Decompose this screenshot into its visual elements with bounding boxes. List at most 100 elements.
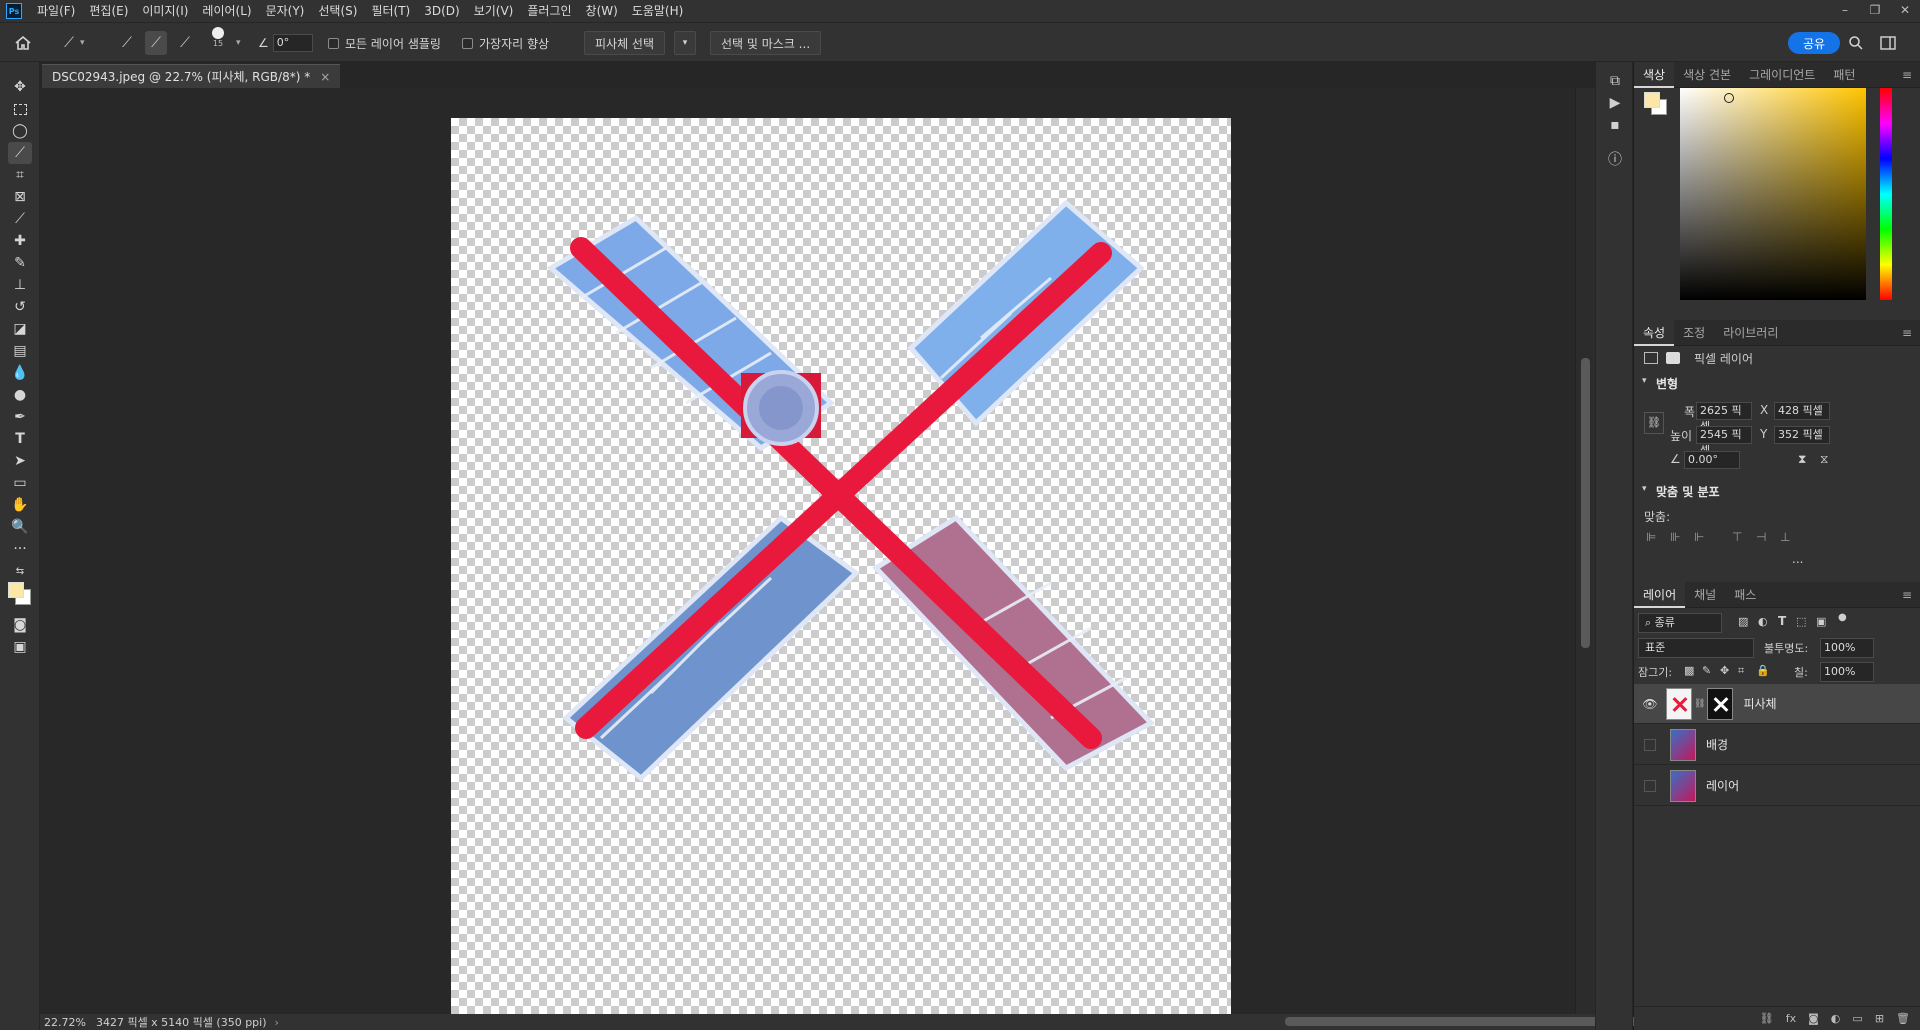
menu-image[interactable]: 이미지(I) [135, 0, 195, 22]
tab-adjustments[interactable]: 조정 [1674, 320, 1714, 346]
align-bottom-icon[interactable]: ⊥ [1780, 530, 1794, 544]
menu-filter[interactable]: 필터(T) [364, 0, 417, 22]
menu-plugins[interactable]: 플러그인 [520, 0, 578, 22]
fx-icon[interactable]: fx [1786, 1012, 1796, 1025]
visibility-toggle[interactable] [1644, 738, 1656, 751]
clone-stamp-tool-icon[interactable]: ⊥ [8, 274, 32, 296]
align-distribute-title[interactable]: 맞춤 및 분포 [1656, 483, 1720, 500]
tab-paths[interactable]: 패스 [1725, 582, 1765, 608]
layer-row-background[interactable]: 배경 [1634, 725, 1920, 765]
type-tool-icon[interactable]: T [8, 428, 32, 450]
tab-libraries[interactable]: 라이브러리 [1714, 320, 1787, 346]
vertical-scroll-thumb[interactable] [1581, 358, 1590, 648]
zoom-tool-icon[interactable]: 🔍 [8, 516, 32, 538]
align-hcenter-icon[interactable]: ⊪ [1670, 530, 1684, 544]
menu-3d[interactable]: 3D(D) [417, 0, 466, 22]
chevron-down-icon[interactable]: ▾ [236, 31, 241, 55]
vertical-scrollbar[interactable] [1575, 88, 1595, 1014]
tab-swatches[interactable]: 색상 견본 [1674, 62, 1740, 88]
actions-play-icon[interactable]: ▶ [1604, 92, 1626, 114]
filter-adjustment-icon[interactable]: ◐ [1758, 615, 1768, 628]
more-options-icon[interactable]: ... [1792, 552, 1803, 566]
transform-section-title[interactable]: 변형 [1656, 375, 1678, 392]
select-and-mask-button[interactable]: 선택 및 마스크 ... [710, 31, 822, 55]
zoom-level[interactable]: 22.72% [44, 1016, 86, 1029]
flip-horizontal-icon[interactable]: ⧗ [1798, 452, 1806, 467]
add-selection-mode[interactable]: ⟋ [145, 31, 167, 55]
comments-icon[interactable]: ▪ [1604, 114, 1626, 136]
hand-tool-icon[interactable]: ✋ [8, 494, 32, 516]
tab-patterns[interactable]: 패턴 [1824, 62, 1864, 88]
swap-colors-icon[interactable]: ⇆ [8, 560, 32, 582]
lock-image-icon[interactable]: ✎ [1702, 664, 1711, 677]
panel-menu-icon[interactable]: ≡ [1902, 326, 1912, 340]
height-input[interactable]: 2545 픽셀 [1696, 426, 1752, 457]
width-input[interactable]: 2625 픽셀 [1696, 402, 1752, 433]
move-tool-icon[interactable]: ✥ [8, 76, 32, 98]
path-selection-tool-icon[interactable]: ➤ [8, 450, 32, 472]
filter-toggle-icon[interactable]: ● [1838, 612, 1847, 623]
rotation-input[interactable]: 0.00° [1684, 451, 1740, 469]
close-button[interactable]: ✕ [1890, 0, 1920, 22]
menu-select[interactable]: 선택(S) [311, 0, 364, 22]
y-input[interactable]: 352 픽셀 [1774, 426, 1830, 444]
dodge-tool-icon[interactable]: ● [8, 384, 32, 406]
filter-type-icon[interactable]: T [1778, 614, 1786, 628]
quick-mask-icon[interactable]: ◙ [8, 614, 32, 636]
adjustment-layer-icon[interactable]: ◐ [1831, 1012, 1841, 1025]
menu-layer[interactable]: 레이어(L) [195, 0, 258, 22]
color-field[interactable] [1680, 88, 1866, 300]
delete-layer-icon[interactable]: 🗑 [1896, 1012, 1910, 1025]
menu-help[interactable]: 도움말(H) [625, 0, 691, 22]
share-button[interactable]: 공유 [1788, 32, 1840, 54]
document-canvas[interactable] [451, 118, 1231, 1014]
blur-tool-icon[interactable]: 💧 [8, 362, 32, 384]
x-input[interactable]: 428 픽셀 [1774, 402, 1830, 420]
eraser-tool-icon[interactable]: ◪ [8, 318, 32, 340]
restore-button[interactable]: ❐ [1860, 0, 1890, 22]
select-subject-dropdown[interactable]: ▾ [674, 31, 696, 55]
tab-gradients[interactable]: 그레이디언트 [1740, 62, 1824, 88]
healing-brush-tool-icon[interactable]: ✚ [8, 230, 32, 252]
menu-view[interactable]: 보기(V) [467, 0, 521, 22]
link-icon[interactable]: ⛓ [1644, 412, 1664, 434]
new-group-icon[interactable]: ▭ [1852, 1012, 1862, 1025]
blend-mode-dropdown[interactable]: 표준 [1638, 638, 1754, 658]
visibility-toggle[interactable] [1644, 779, 1656, 792]
eye-icon[interactable]: 👁 [1638, 697, 1662, 711]
menu-edit[interactable]: 편집(E) [82, 0, 135, 22]
minimize-button[interactable]: – [1830, 0, 1860, 22]
quick-selection-tool-icon[interactable]: ⟋ [8, 142, 32, 164]
mask-link-icon[interactable]: ⛓ [1694, 699, 1705, 709]
subtract-selection-mode[interactable]: ⟋ [174, 31, 196, 55]
lock-all-icon[interactable]: 🔒 [1756, 664, 1770, 677]
brush-tool-icon[interactable]: ✎ [8, 252, 32, 274]
new-layer-icon[interactable]: ⊞ [1875, 1012, 1884, 1025]
menu-type[interactable]: 문자(Y) [259, 0, 312, 22]
tab-color[interactable]: 색상 [1634, 61, 1675, 88]
lock-transparent-icon[interactable]: ▩ [1684, 664, 1694, 677]
color-picker-ring[interactable] [1724, 93, 1734, 103]
opacity-input[interactable]: 100% [1820, 638, 1874, 658]
panel-menu-icon[interactable]: ≡ [1902, 588, 1912, 602]
angle-input[interactable]: 0° [272, 34, 313, 52]
history-brush-tool-icon[interactable]: ↺ [8, 296, 32, 318]
mask-icon[interactable] [1666, 352, 1680, 364]
chevron-down-icon[interactable]: ▾ [1642, 484, 1647, 494]
close-tab-icon[interactable]: × [320, 70, 330, 84]
filter-shape-icon[interactable]: ⬚ [1796, 615, 1806, 628]
add-mask-icon[interactable]: ◙ [1808, 1012, 1819, 1025]
marquee-tool-icon[interactable] [8, 98, 32, 120]
link-layers-icon[interactable]: ⛓ [1760, 1012, 1774, 1025]
lock-artboard-icon[interactable]: ⌗ [1738, 664, 1744, 678]
chevron-right-icon[interactable]: › [275, 1016, 279, 1029]
screen-mode-icon[interactable]: ▣ [8, 636, 32, 658]
new-selection-mode[interactable]: ⟋ [116, 31, 138, 55]
menu-window[interactable]: 창(W) [579, 0, 625, 22]
layer-row-subject[interactable]: 👁 ⛓ 피사체 [1634, 684, 1920, 724]
workspace-icon[interactable] [1880, 31, 1898, 55]
history-icon[interactable]: ⧉ [1604, 70, 1626, 92]
brush-size-picker[interactable]: 15 [212, 27, 224, 59]
align-right-icon[interactable]: ⊩ [1694, 530, 1708, 544]
layer-filter-dropdown[interactable]: ⌕ 종류 [1638, 613, 1722, 633]
